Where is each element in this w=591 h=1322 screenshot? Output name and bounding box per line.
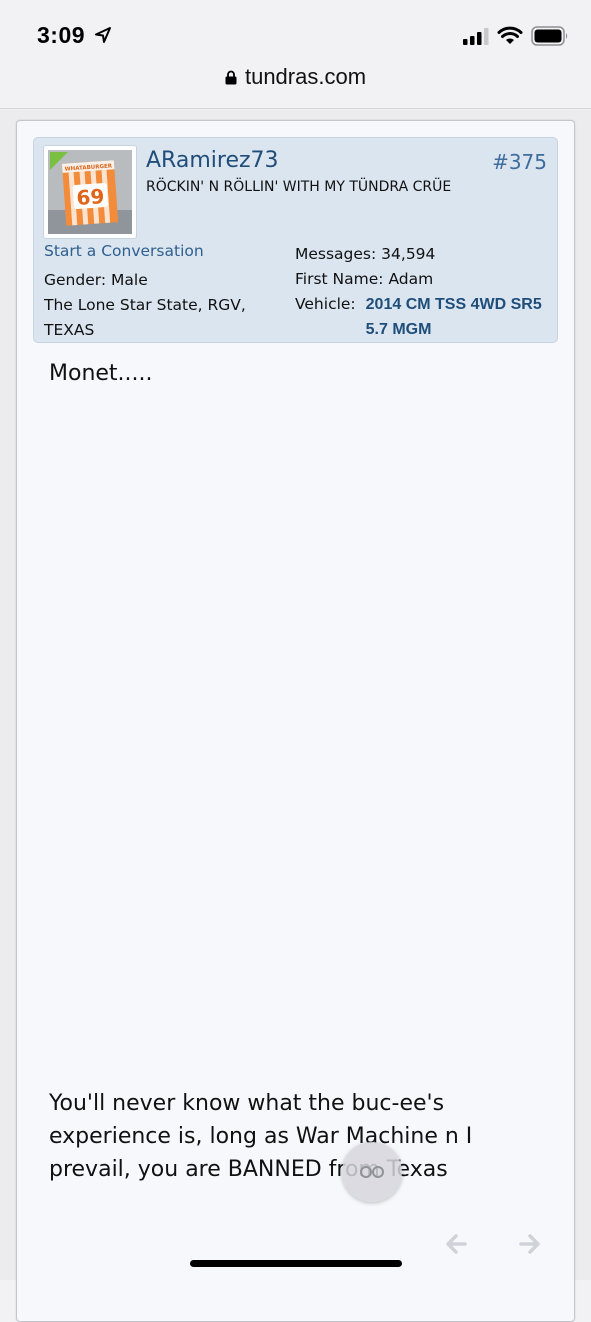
- first-name-label: First Name:: [295, 270, 384, 288]
- scroll-handle-icon: [360, 1166, 384, 1178]
- location-arrow-icon: [95, 27, 111, 43]
- gender-row: Gender: Male: [44, 268, 274, 293]
- first-name-row: First Name: Adam: [295, 267, 553, 292]
- user-title: RÖCKIN' N RÖLLIN' WITH MY TÜNDRA CRÜE: [146, 179, 452, 195]
- post-card: WHATABURGER 69 ARamirez73 RÖCKIN' N RÖLL…: [16, 120, 575, 1322]
- post-number-link[interactable]: #375: [492, 150, 547, 174]
- message-text-2: You'll never know what the buc-ee's expe…: [49, 1091, 473, 1182]
- messages-value: 34,594: [381, 245, 436, 263]
- scroll-jump-button[interactable]: [342, 1142, 402, 1202]
- wifi-icon: [497, 26, 523, 44]
- user-extra-right: Messages: 34,594 First Name: Adam Vehicl…: [295, 242, 553, 342]
- location-value: The Lone Star State, RGV, TEXAS: [44, 296, 246, 339]
- signal-bars-icon: [463, 28, 489, 45]
- vehicle-label: Vehicle:: [295, 295, 356, 313]
- home-indicator[interactable]: [190, 1260, 402, 1267]
- messages-row: Messages: 34,594: [295, 242, 553, 267]
- forward-arrow-icon[interactable]: [517, 1231, 543, 1257]
- avatar-number: 69: [76, 184, 105, 210]
- back-arrow-icon[interactable]: [443, 1231, 469, 1257]
- status-time: 3:09: [37, 22, 86, 48]
- user-extra-left: Gender: Male The Lone Star State, RGV, T…: [44, 268, 274, 343]
- online-status-indicator: [50, 152, 68, 170]
- user-info-panel: WHATABURGER 69 ARamirez73 RÖCKIN' N RÖLL…: [33, 137, 558, 343]
- battery-icon: [531, 26, 568, 46]
- first-name-value: Adam: [388, 270, 434, 288]
- url-text: tundras.com: [244, 64, 367, 89]
- message-text-1: Monet.....: [49, 361, 153, 386]
- gender-value: Male: [111, 271, 148, 289]
- address-bar[interactable]: tundras.com: [0, 58, 591, 109]
- vehicle-value: 2014 CM TSS 4WD SR5 5.7 MGM: [365, 296, 542, 338]
- start-conversation-link[interactable]: Start a Conversation: [44, 242, 204, 260]
- status-bar: 3:09: [0, 0, 591, 60]
- page-content: WHATABURGER 69 ARamirez73 RÖCKIN' N RÖLL…: [0, 110, 591, 1322]
- lock-icon: [225, 70, 237, 85]
- gender-label: Gender:: [44, 271, 107, 289]
- messages-label: Messages:: [295, 245, 377, 263]
- username-link[interactable]: ARamirez73: [146, 148, 279, 173]
- url-display[interactable]: tundras.com: [0, 64, 591, 90]
- avatar[interactable]: WHATABURGER 69: [43, 145, 137, 239]
- vehicle-row: Vehicle: 2014 CM TSS 4WD SR5 5.7 MGM: [295, 292, 553, 342]
